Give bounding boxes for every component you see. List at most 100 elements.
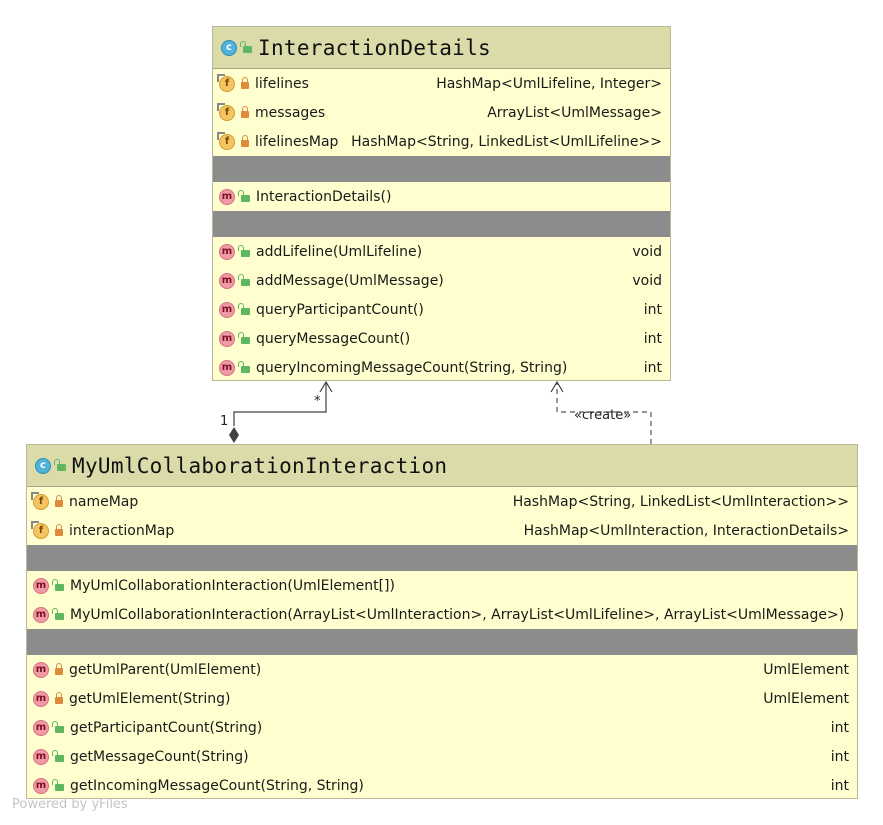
method-row[interactable]: m addLifeline(UmlLifeline) void	[213, 237, 670, 266]
constructor-name: InteractionDetails()	[256, 188, 392, 205]
class-icon: c	[35, 457, 51, 474]
method-return-type: int	[643, 330, 662, 347]
composition-line	[233, 382, 327, 426]
method-row[interactable]: m getMessageCount(String) int	[27, 742, 857, 771]
public-visibility-icon	[238, 303, 250, 315]
method-icon: m	[33, 748, 49, 765]
section-separator	[27, 629, 857, 655]
method-icon: m	[33, 777, 49, 794]
constructors-section: m InteractionDetails()	[213, 182, 670, 211]
field-row[interactable]: f lifelines HashMap<UmlLifeline, Integer…	[213, 69, 670, 98]
method-name: queryIncomingMessageCount(String, String…	[256, 359, 568, 376]
method-row[interactable]: m addMessage(UmlMessage) void	[213, 266, 670, 295]
private-visibility-icon	[241, 106, 249, 118]
method-icon: m	[219, 243, 235, 260]
method-icon: m	[219, 359, 235, 376]
public-visibility-icon	[52, 608, 64, 620]
fields-section: f lifelines HashMap<UmlLifeline, Integer…	[213, 69, 670, 156]
public-visibility-icon	[240, 41, 252, 53]
method-icon: m	[219, 330, 235, 347]
class-interaction-details[interactable]: c InteractionDetails f lifelines HashMap…	[212, 26, 671, 381]
constructor-name: MyUmlCollaborationInteraction(UmlElement…	[70, 577, 395, 594]
public-visibility-icon	[52, 579, 64, 591]
field-name: nameMap	[69, 493, 139, 510]
method-icon: m	[219, 188, 235, 205]
method-name: queryMessageCount()	[256, 330, 411, 347]
method-icon: m	[219, 301, 235, 318]
method-icon: m	[33, 690, 49, 707]
field-type: HashMap<UmlLifeline, Integer>	[436, 75, 662, 92]
method-return-type: int	[830, 719, 849, 736]
section-separator	[213, 156, 670, 182]
method-return-type: int	[643, 359, 662, 376]
field-type: ArrayList<UmlMessage>	[487, 104, 662, 121]
field-name: interactionMap	[69, 522, 175, 539]
method-row[interactable]: m queryParticipantCount() int	[213, 295, 670, 324]
public-visibility-icon	[52, 721, 64, 733]
method-return-type: int	[643, 301, 662, 318]
field-name: lifelines	[255, 75, 309, 92]
field-icon: f	[217, 131, 235, 150]
private-visibility-icon	[55, 663, 63, 675]
field-row[interactable]: f nameMap HashMap<String, LinkedList<Uml…	[27, 487, 857, 516]
public-visibility-icon	[238, 361, 250, 373]
method-row[interactable]: m getUmlElement(String) UmlElement	[27, 684, 857, 713]
method-row[interactable]: m queryIncomingMessageCount(String, Stri…	[213, 353, 670, 382]
private-visibility-icon	[55, 495, 63, 507]
fields-section: f nameMap HashMap<String, LinkedList<Uml…	[27, 487, 857, 545]
method-row[interactable]: m getUmlParent(UmlElement) UmlElement	[27, 655, 857, 684]
constructor-name: MyUmlCollaborationInteraction(ArrayList<…	[70, 606, 845, 623]
method-return-type: void	[632, 272, 662, 289]
method-return-type: UmlElement	[763, 661, 849, 678]
public-visibility-icon	[52, 779, 64, 791]
method-row[interactable]: m queryMessageCount() int	[213, 324, 670, 353]
composition-source-multiplicity: 1	[220, 414, 228, 429]
private-visibility-icon	[55, 692, 63, 704]
field-icon: f	[217, 73, 235, 92]
field-type: HashMap<String, LinkedList<UmlInteractio…	[512, 493, 849, 510]
method-return-type: int	[830, 777, 849, 794]
field-row[interactable]: f messages ArrayList<UmlMessage>	[213, 98, 670, 127]
constructor-row[interactable]: m InteractionDetails()	[213, 182, 670, 211]
method-name: addMessage(UmlMessage)	[256, 272, 444, 289]
method-icon: m	[33, 577, 49, 594]
field-type: HashMap<UmlInteraction, InteractionDetai…	[523, 522, 849, 539]
footer-watermark: Powered by yFiles	[12, 797, 128, 812]
class-my-uml-collaboration-interaction[interactable]: c MyUmlCollaborationInteraction f nameMa…	[26, 444, 858, 799]
constructor-row[interactable]: m MyUmlCollaborationInteraction(UmlEleme…	[27, 571, 857, 600]
public-visibility-icon	[238, 332, 250, 344]
class-title: MyUmlCollaborationInteraction	[72, 453, 448, 478]
field-icon: f	[217, 102, 235, 121]
class-header: c MyUmlCollaborationInteraction	[27, 445, 857, 487]
method-name: queryParticipantCount()	[256, 301, 424, 318]
constructor-row[interactable]: m MyUmlCollaborationInteraction(ArrayLis…	[27, 600, 857, 629]
public-visibility-icon	[52, 750, 64, 762]
public-visibility-icon	[238, 245, 250, 257]
class-title: InteractionDetails	[258, 35, 491, 60]
field-row[interactable]: f lifelinesMap HashMap<String, LinkedLis…	[213, 127, 670, 156]
method-return-type: int	[830, 748, 849, 765]
section-separator	[213, 211, 670, 237]
method-return-type: void	[632, 243, 662, 260]
composition-diamond	[229, 427, 239, 443]
method-name: getUmlElement(String)	[69, 690, 231, 707]
public-visibility-icon	[238, 274, 250, 286]
method-name: getUmlParent(UmlElement)	[69, 661, 262, 678]
method-row[interactable]: m getIncomingMessageCount(String, String…	[27, 771, 857, 800]
class-header: c InteractionDetails	[213, 27, 670, 69]
method-icon: m	[33, 661, 49, 678]
field-row[interactable]: f interactionMap HashMap<UmlInteraction,…	[27, 516, 857, 545]
method-row[interactable]: m getParticipantCount(String) int	[27, 713, 857, 742]
method-name: getParticipantCount(String)	[70, 719, 263, 736]
field-icon: f	[31, 520, 49, 539]
field-type: HashMap<String, LinkedList<UmlLifeline>>	[351, 133, 662, 150]
method-icon: m	[33, 606, 49, 623]
method-name: getMessageCount(String)	[70, 748, 249, 765]
private-visibility-icon	[55, 524, 63, 536]
constructors-section: m MyUmlCollaborationInteraction(UmlEleme…	[27, 571, 857, 629]
private-visibility-icon	[241, 77, 249, 89]
method-name: getIncomingMessageCount(String, String)	[70, 777, 364, 794]
composition-target-multiplicity: *	[314, 394, 321, 409]
field-icon: f	[31, 491, 49, 510]
methods-section: m getUmlParent(UmlElement) UmlElement m …	[27, 655, 857, 800]
